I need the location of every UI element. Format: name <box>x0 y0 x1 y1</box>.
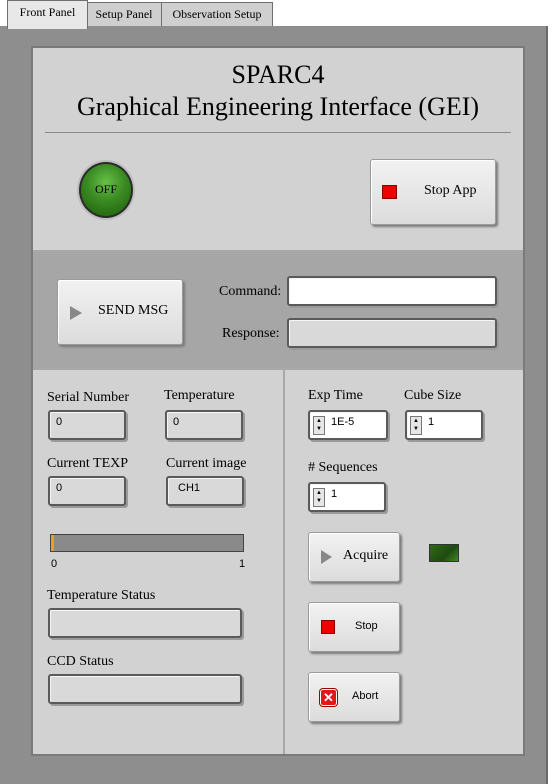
play-arrow-icon <box>70 306 82 320</box>
stop-button[interactable]: Stop <box>308 602 400 652</box>
tab-observation-setup[interactable]: Observation Setup <box>161 2 273 28</box>
send-msg-button[interactable]: SEND MSG <box>57 279 183 345</box>
play-arrow-icon <box>321 550 332 564</box>
progress-bar <box>50 534 244 552</box>
stop-app-button[interactable]: Stop App <box>370 159 496 225</box>
current-image-field: CH1 <box>166 476 244 506</box>
tab-label: Setup Panel <box>95 7 153 21</box>
abort-label: Abort <box>352 690 379 702</box>
spin-arrows-icon[interactable]: ▲ ▼ <box>313 488 325 507</box>
exp-time-control[interactable]: ▲ ▼ 1E-5 <box>308 410 388 440</box>
abort-button[interactable]: ✕ Abort <box>308 672 400 722</box>
page-title: SPARC4 <box>231 60 325 89</box>
serial-number-field: 0 <box>48 410 126 440</box>
stop-app-label: Stop App <box>424 183 477 198</box>
cube-size-label: Cube Size <box>404 388 462 403</box>
temperature-value: 0 <box>173 416 180 428</box>
command-input[interactable] <box>287 276 497 306</box>
temperature-status-label: Temperature Status <box>47 588 156 603</box>
messaging-section: SEND MSG Command: Response: <box>33 252 523 368</box>
page-subtitle: Graphical Engineering Interface (GEI) <box>76 92 480 121</box>
header-divider <box>45 132 511 133</box>
tab-setup-panel[interactable]: Setup Panel <box>85 2 163 28</box>
main-panel: SPARC4 Graphical Engineering Interface (… <box>31 46 525 756</box>
acquisition-section: Exp Time ▲ ▼ 1E-5 Cube Size ▲ ▼ 1 # Sequen… <box>285 370 523 754</box>
led-label: OFF <box>94 182 117 196</box>
current-texp-label: Current TEXP <box>47 456 129 471</box>
camera-info-section: Serial Number 0 Temperature 0 Current TE… <box>33 370 283 754</box>
progress-fill <box>51 535 54 551</box>
current-texp-value: 0 <box>56 482 63 494</box>
progress-max-label: 1 <box>239 558 246 570</box>
stop-label: Stop <box>355 620 378 632</box>
serial-number-value: 0 <box>56 416 63 428</box>
sequences-value: 1 <box>331 488 338 500</box>
sequences-label: # Sequences <box>308 460 378 475</box>
sequences-control[interactable]: ▲ ▼ 1 <box>308 482 386 512</box>
temperature-label: Temperature <box>164 388 235 403</box>
ccd-status-label: CCD Status <box>47 654 114 669</box>
stop-square-icon <box>321 620 335 634</box>
current-image-value: CH1 <box>178 482 201 494</box>
current-image-label: Current image <box>166 456 247 471</box>
temperature-status-field <box>48 608 242 638</box>
tab-label: Front Panel <box>19 5 76 19</box>
exp-time-value: 1E-5 <box>331 416 355 428</box>
power-led[interactable]: OFF <box>79 162 133 218</box>
cube-size-value: 1 <box>428 416 435 428</box>
command-label: Command: <box>219 284 282 299</box>
cube-size-control[interactable]: ▲ ▼ 1 <box>405 410 483 440</box>
acquire-status-led <box>429 544 459 562</box>
acquire-label: Acquire <box>343 548 389 563</box>
serial-number-label: Serial Number <box>47 390 130 405</box>
close-icon: ✕ <box>320 689 337 706</box>
progress-min-label: 0 <box>51 558 58 570</box>
temperature-field: 0 <box>165 410 243 440</box>
current-texp-field: 0 <box>48 476 126 506</box>
header-section: SPARC4 Graphical Engineering Interface (… <box>33 48 523 250</box>
spin-arrows-icon[interactable]: ▲ ▼ <box>410 416 422 435</box>
send-msg-label: SEND MSG <box>98 303 169 318</box>
ccd-status-field <box>48 674 242 704</box>
tab-front-panel[interactable]: Front Panel <box>7 0 88 29</box>
exp-time-label: Exp Time <box>308 388 363 403</box>
response-label: Response: <box>222 326 280 341</box>
tab-label: Observation Setup <box>172 7 262 21</box>
stop-square-icon <box>382 185 397 199</box>
acquire-button[interactable]: Acquire <box>308 532 400 582</box>
response-field <box>287 318 497 348</box>
spin-arrows-icon[interactable]: ▲ ▼ <box>313 416 325 435</box>
